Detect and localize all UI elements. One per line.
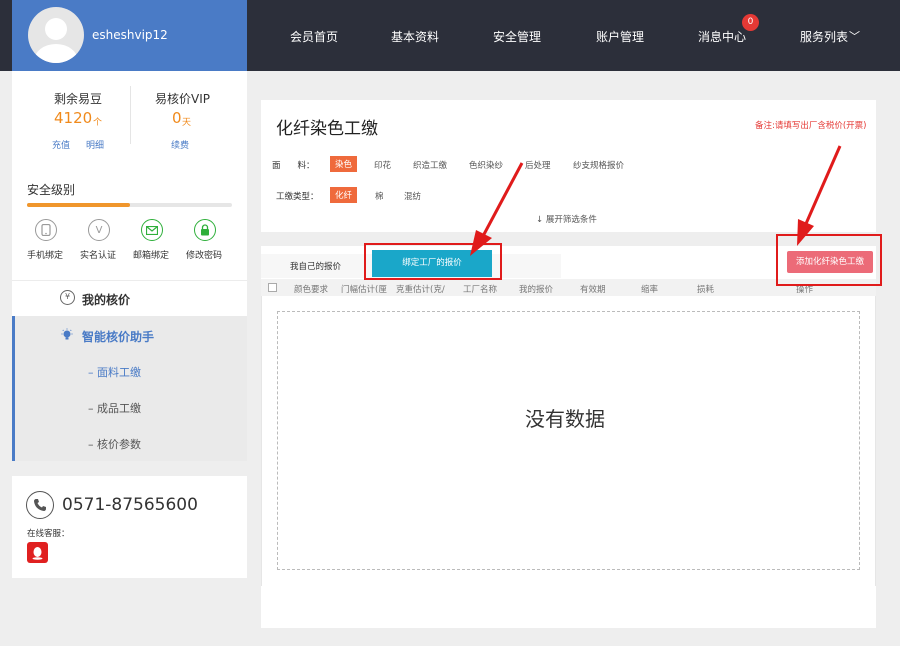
arrow-head-icon — [470, 230, 492, 256]
annotation-arrows — [470, 145, 842, 256]
arrow-head-icon — [797, 219, 814, 246]
